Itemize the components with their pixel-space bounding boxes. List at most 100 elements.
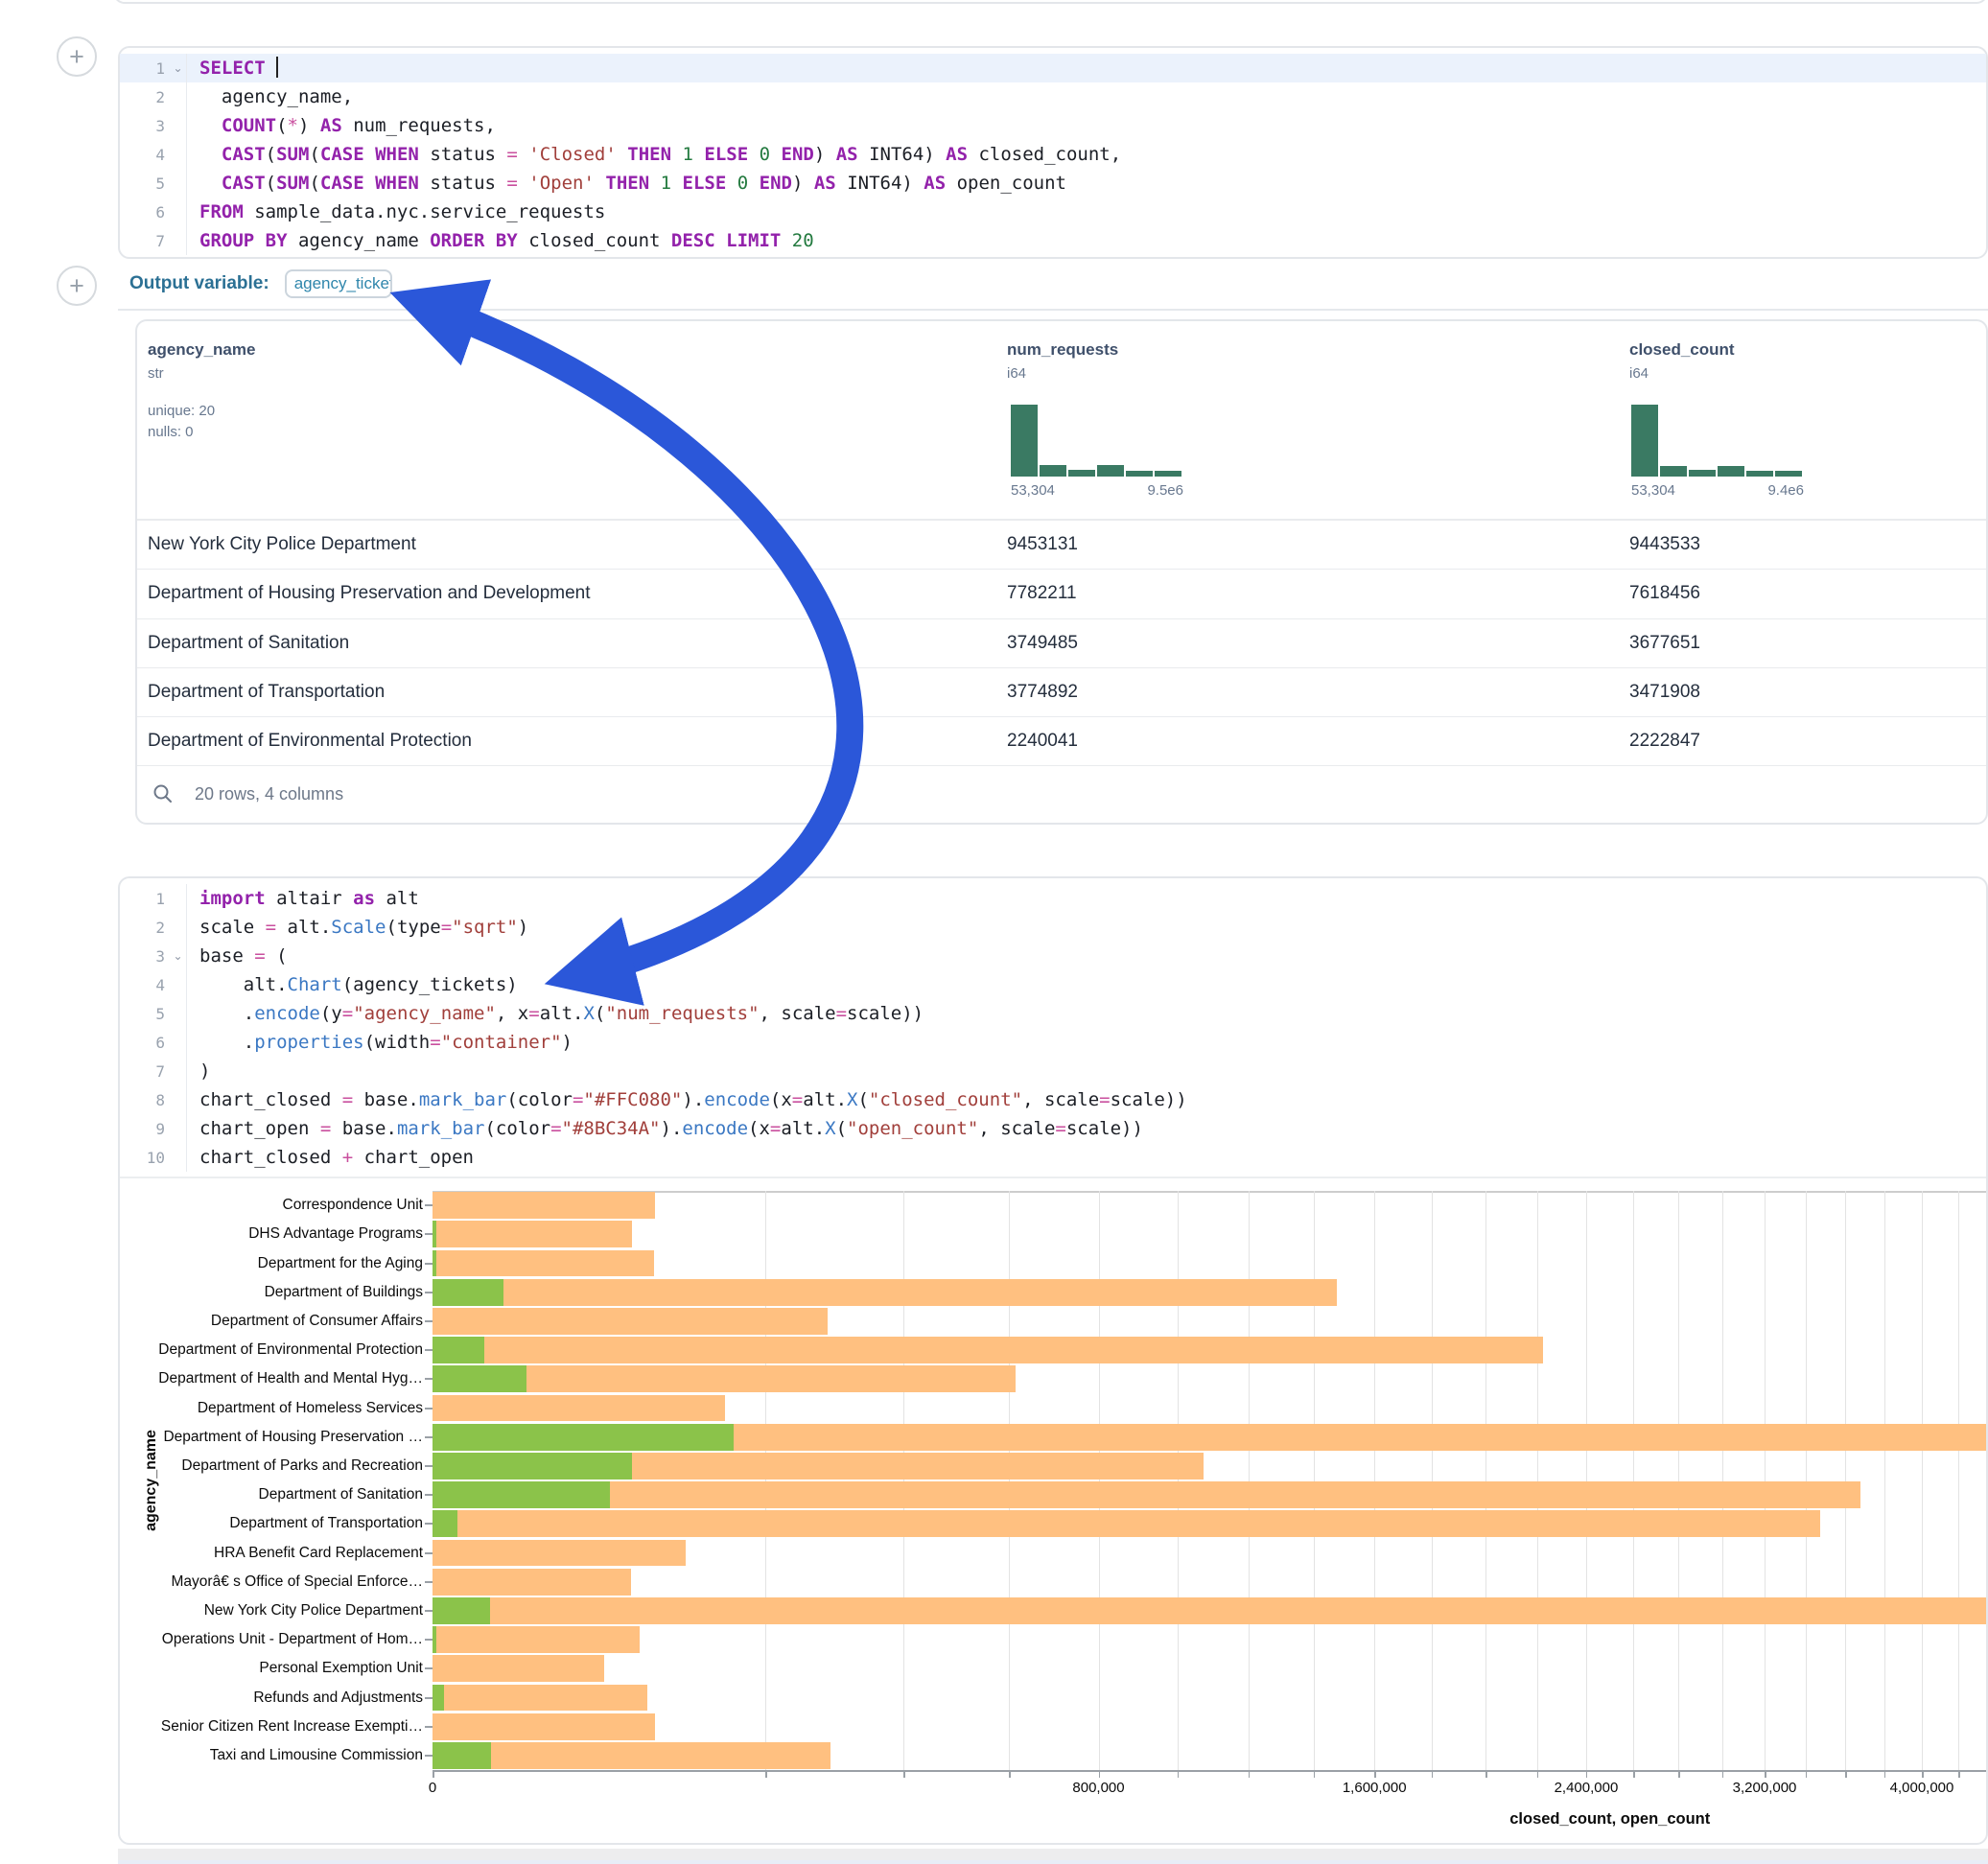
x-axis-tick-label: 4,000,000 [1890, 1780, 1954, 1796]
y-axis-tick [425, 1523, 433, 1525]
python-code-editor[interactable]: 1import altair as alt2scale = alt.Scale(… [120, 878, 1986, 1172]
code-text[interactable]: agency_name, [186, 82, 1986, 111]
code-text[interactable]: .encode(y="agency_name", x=alt.X("num_re… [186, 999, 1986, 1028]
bar-closed_count [433, 1337, 1543, 1363]
code-line[interactable]: 1⌄SELECT [120, 54, 1986, 82]
y-axis-label: DHS Advantage Programs [120, 1225, 423, 1243]
code-line[interactable]: 8chart_closed = base.mark_bar(color="#FF… [120, 1085, 1986, 1114]
y-axis-tick [425, 1378, 433, 1380]
table-cell: 3749485 [1007, 633, 1078, 654]
code-text[interactable]: scale = alt.Scale(type="sqrt") [186, 913, 1986, 942]
fold-chevron-icon[interactable]: ⌄ [170, 949, 186, 963]
column-stat-unique: unique: 20 [148, 403, 215, 419]
code-text[interactable]: COUNT(*) AS num_requests, [186, 111, 1986, 140]
y-axis-tick [425, 1204, 433, 1206]
bar-closed_count [433, 1540, 686, 1567]
gridline [1432, 1191, 1433, 1770]
code-text[interactable]: FROM sample_data.nyc.service_requests [186, 198, 1986, 226]
bar-chart: agency_name closed_count, open_count Cor… [120, 1191, 1988, 1843]
output-variable-input[interactable]: agency_tickets [285, 269, 392, 298]
code-line[interactable]: 1import altair as alt [120, 884, 1986, 913]
x-axis-tick [1765, 1772, 1766, 1778]
code-line[interactable]: 7) [120, 1057, 1986, 1085]
y-axis-label: New York City Police Department [120, 1602, 423, 1619]
code-line[interactable]: 3 COUNT(*) AS num_requests, [120, 111, 1986, 140]
code-line[interactable]: 4 alt.Chart(agency_tickets) [120, 970, 1986, 999]
code-text[interactable]: import altair as alt [186, 884, 1986, 913]
y-axis-label: Correspondence Unit [120, 1197, 423, 1214]
y-axis-label: Department of Sanitation [120, 1486, 423, 1503]
fold-chevron-icon[interactable]: ⌄ [170, 61, 186, 75]
code-text[interactable]: GROUP BY agency_name ORDER BY closed_cou… [186, 226, 1986, 255]
code-line[interactable]: 9chart_open = base.mark_bar(color="#8BC3… [120, 1114, 1986, 1143]
code-line[interactable]: 2scale = alt.Scale(type="sqrt") [120, 913, 1986, 942]
python-cell: 1import altair as alt2scale = alt.Scale(… [118, 876, 1988, 1845]
x-axis-tick [1249, 1772, 1251, 1778]
code-line[interactable]: 6 .properties(width="container") [120, 1028, 1986, 1057]
y-axis-label: Department of Health and Mental Hyg… [120, 1370, 423, 1387]
y-axis-label: Operations Unit - Department of Hom… [120, 1631, 423, 1648]
code-text[interactable]: chart_open = base.mark_bar(color="#8BC34… [186, 1114, 1986, 1143]
code-text[interactable]: CAST(SUM(CASE WHEN status = 'Open' THEN … [186, 169, 1986, 198]
table-rows: New York City Police Department945313194… [137, 521, 1986, 766]
code-line[interactable]: 4 CAST(SUM(CASE WHEN status = 'Closed' T… [120, 140, 1986, 169]
line-number: 4 [120, 976, 170, 994]
x-axis-title: closed_count, open_count [1509, 1810, 1710, 1829]
table-row: New York City Police Department945313194… [137, 521, 1986, 570]
table-cell: 7618456 [1629, 583, 1700, 604]
y-axis-tick [425, 1552, 433, 1554]
code-line[interactable]: 5 CAST(SUM(CASE WHEN status = 'Open' THE… [120, 169, 1986, 198]
row-count-label: 20 rows, 4 columns [195, 784, 343, 804]
y-axis-label: HRA Benefit Card Replacement [120, 1545, 423, 1562]
y-axis-tick [425, 1436, 433, 1438]
y-axis-label: Mayorâ€ s Office of Special Enforce… [120, 1573, 423, 1591]
output-variable-row: Output variable: agency_tickets [118, 259, 1988, 311]
bar-open_count [433, 1685, 444, 1712]
add-cell-button-top[interactable]: + [57, 36, 97, 77]
gridline [1958, 1191, 1959, 1770]
x-axis-tick [1633, 1772, 1635, 1778]
sql-code-editor[interactable]: 1⌄SELECT 2 agency_name,3 COUNT(*) AS num… [120, 48, 1986, 255]
code-line[interactable]: 6FROM sample_data.nyc.service_requests [120, 198, 1986, 226]
gridline [1884, 1191, 1885, 1770]
y-axis-label: Department of Housing Preservation … [120, 1429, 423, 1446]
code-text[interactable]: chart_closed = base.mark_bar(color="#FFC… [186, 1085, 1986, 1114]
code-text[interactable]: base = ( [186, 942, 1986, 970]
bar-open_count [433, 1510, 457, 1537]
code-text[interactable]: CAST(SUM(CASE WHEN status = 'Closed' THE… [186, 140, 1986, 169]
bar-closed_count [433, 1192, 655, 1219]
code-line[interactable]: 2 agency_name, [120, 82, 1986, 111]
bar-open_count [433, 1597, 490, 1624]
code-text[interactable]: .properties(width="container") [186, 1028, 1986, 1057]
x-axis-tick [1374, 1772, 1376, 1778]
x-axis-tick [1884, 1772, 1886, 1778]
bar-open_count [433, 1365, 526, 1392]
histogram-bin [1040, 465, 1066, 477]
bar-open_count [433, 1279, 503, 1306]
add-cell-button-middle[interactable]: + [57, 266, 97, 306]
code-line[interactable]: 10chart_closed + chart_open [120, 1143, 1986, 1172]
code-text[interactable]: ) [186, 1057, 1986, 1085]
histogram-bin [1155, 471, 1181, 477]
code-line[interactable]: 3⌄base = ( [120, 942, 1986, 970]
gridline [1485, 1191, 1486, 1770]
gridline [1178, 1191, 1179, 1770]
previous-cell-edge [113, 0, 1988, 4]
bar-closed_count [433, 1395, 725, 1422]
x-axis-tick [1678, 1772, 1680, 1778]
line-number: 2 [120, 88, 170, 106]
code-line[interactable]: 7GROUP BY agency_name ORDER BY closed_co… [120, 226, 1986, 255]
search-icon[interactable] [152, 783, 174, 804]
code-line[interactable]: 5 .encode(y="agency_name", x=alt.X("num_… [120, 999, 1986, 1028]
x-axis-line [433, 1770, 1988, 1772]
code-text[interactable]: alt.Chart(agency_tickets) [186, 970, 1986, 999]
table-cell: 3471908 [1629, 682, 1700, 703]
code-text[interactable]: SELECT [186, 54, 1986, 82]
table-cell: 9453131 [1007, 534, 1078, 555]
table-cell: Department of Environmental Protection [148, 731, 472, 752]
bar-open_count [433, 1337, 484, 1363]
y-axis-tick [425, 1465, 433, 1467]
code-text[interactable]: chart_closed + chart_open [186, 1143, 1986, 1172]
bar-closed_count [433, 1655, 604, 1682]
x-axis-tick [1958, 1772, 1960, 1778]
